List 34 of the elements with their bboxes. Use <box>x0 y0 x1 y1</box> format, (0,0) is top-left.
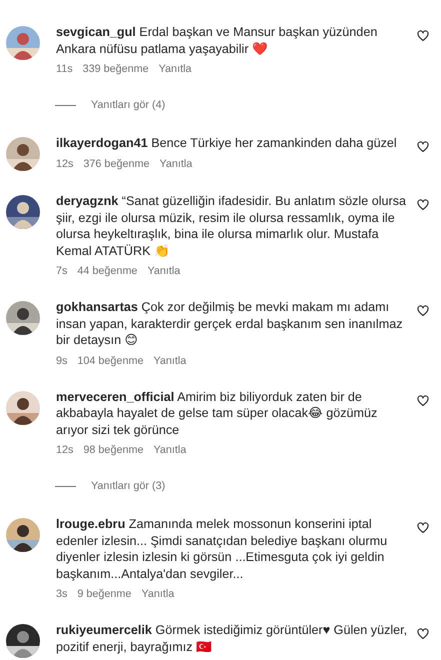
comment-time: 3s <box>56 588 68 600</box>
comment-text: lrouge.ebru Zamanında melek mossonun konserini iptal edenler izlesin... Şimdi sanatçıdan belediye başkanı olurmu diyenler izlesin izlesin ki görsün ...Etimesguta çok iyi geldin başkanım...Antalya'dan sevgiler... <box>56 516 388 582</box>
heart-icon[interactable] <box>417 394 429 406</box>
heart-icon[interactable] <box>417 199 429 211</box>
comment-time: 12s <box>56 158 74 170</box>
like-count[interactable]: 98 beğenme <box>83 444 144 456</box>
heart-icon[interactable] <box>417 141 429 153</box>
like-count[interactable]: 104 beğenme <box>77 354 144 366</box>
like-count[interactable]: 9 beğenme <box>77 588 132 600</box>
heart-icon[interactable] <box>417 30 429 42</box>
comment-text: sevgican_gul Erdal başkan ve Mansur başkan yüzünden Ankara nüfüsu patlama yaşayabilir ❤ <box>56 24 378 57</box>
reply-link[interactable]: Yanıtla <box>153 444 186 456</box>
heart-icon[interactable] <box>417 305 429 317</box>
comment-text: gokhansartas Çok zor değilmiş be mevki makam mı adamı insan yapan, karakterdir gerçek erdal başkanım sen inanılmaz bir detaysın 😊 <box>56 299 404 348</box>
comment-time: 12s <box>56 444 74 456</box>
view-replies-link[interactable]: Yanıtları gör (3) <box>91 480 166 492</box>
comment-time: 7s <box>56 265 68 277</box>
reply-link[interactable]: Yanıtla <box>141 588 174 600</box>
like-count[interactable]: 339 beğenme <box>82 63 149 75</box>
reply-link[interactable]: Yanıtla <box>158 63 192 75</box>
heart-icon[interactable] <box>417 628 429 640</box>
comment-time: 9s <box>56 354 68 366</box>
comment-text: merveceren_official Amirim biz biliyorduk zaten bir de akbabayla hayalet de gelse tam süper olacak😂 gözümüz arıyor sizi tek görünce <box>56 388 378 438</box>
comment-text: deryagznk “Sanat güzelliğin ifadesidir. Bu anlatım sözle olursa şiir, ezgi ile olursa müzik, resim ile olursa ressamlık, oyma ile olursa heykeltıraşlık, bina ile olursa mimarlık olur. Mustafa Kemal ATATÜRK 👏 <box>56 193 408 259</box>
like-count[interactable]: 376 beğenme <box>83 158 150 170</box>
heart-icon[interactable] <box>417 522 429 534</box>
reply-link[interactable]: Yanıtla <box>147 265 180 277</box>
reply-link[interactable]: Yanıtla <box>159 158 192 170</box>
view-replies-link[interactable]: Yanıtları gör (4) <box>91 99 166 111</box>
comment-text: ilkayerdogan41 Bence Türkiye her zamankinden daha güzel <box>56 135 398 152</box>
comment-text: rukiyeumercelik Görmek istediğimiz görüntüler♥ Gülen yüzler, pozitif enerji, bayrağımız 🇹🇷 <box>56 622 408 655</box>
comment-time: 11s <box>56 63 73 75</box>
like-count[interactable]: 44 beğenme <box>77 265 138 277</box>
reply-link[interactable]: Yanıtla <box>153 354 186 366</box>
